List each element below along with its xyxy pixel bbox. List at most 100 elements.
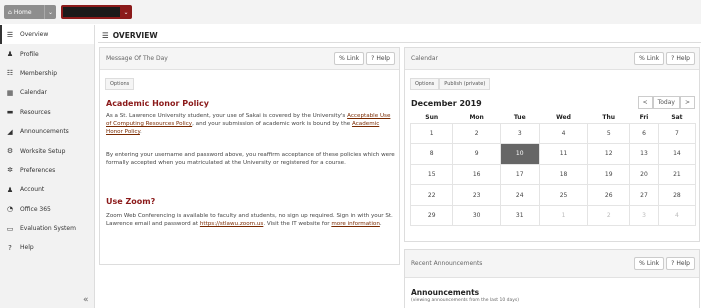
sidebar-item-membership[interactable]: ☷ Membership bbox=[0, 64, 94, 83]
top-bar: ⌂ Home ⌄ ⌄ bbox=[0, 0, 701, 24]
folder-icon: ▬ bbox=[6, 108, 14, 117]
today-button[interactable]: Today bbox=[652, 96, 680, 109]
calendar-day[interactable]: 21 bbox=[657, 163, 697, 186]
announcements-subtitle: (viewing announcements from the last 10 … bbox=[411, 298, 520, 303]
sidebar-item-preferences[interactable]: ✲ Preferences bbox=[0, 161, 94, 180]
calendar-day[interactable]: 29 bbox=[409, 204, 454, 227]
calendar-day[interactable]: 9 bbox=[452, 143, 501, 165]
sidebar-item-account[interactable]: ♟ Account bbox=[0, 180, 94, 199]
policy-affirmation-text: By entering your username and password a… bbox=[106, 152, 395, 167]
link-button-label: Link bbox=[346, 55, 360, 62]
panel-header: Message Of The Day % Link ? Help bbox=[100, 48, 399, 70]
calendar-day[interactable]: 2 bbox=[452, 122, 501, 145]
calendar-day[interactable]: 11 bbox=[538, 143, 589, 165]
options-button[interactable]: Options bbox=[105, 78, 135, 90]
user-icon: ♟ bbox=[6, 185, 14, 194]
calendar-day[interactable]: 1 bbox=[409, 122, 454, 145]
calendar-day[interactable]: 18 bbox=[538, 163, 589, 186]
calendar-day[interactable]: 8 bbox=[409, 143, 454, 165]
zoom-text: Zoom Web Conferencing is available to fa… bbox=[106, 212, 396, 228]
calendar-day-next-month[interactable]: 1 bbox=[538, 204, 589, 227]
calendar-day[interactable]: 26 bbox=[587, 184, 631, 206]
calendar-day[interactable]: 25 bbox=[538, 184, 589, 206]
help-button-label: Help bbox=[676, 260, 690, 267]
cog-icon: ✲ bbox=[7, 166, 13, 175]
calendar-day[interactable]: 7 bbox=[657, 122, 697, 145]
calendar-day[interactable]: 30 bbox=[452, 204, 501, 227]
calendar-day[interactable]: 23 bbox=[452, 184, 501, 206]
calendar-day[interactable]: 14 bbox=[657, 143, 697, 165]
calendar-day-next-month[interactable]: 4 bbox=[657, 204, 697, 227]
sidebar-item-worksite-setup[interactable]: ⚙ Worksite Setup bbox=[0, 141, 94, 160]
sidebar-item-overview[interactable]: ☰ Overview bbox=[0, 25, 94, 45]
calendar-day[interactable]: 17 bbox=[499, 163, 540, 186]
calendar-day[interactable]: 6 bbox=[629, 122, 659, 145]
sidebar-item-profile[interactable]: ♟ Profile bbox=[0, 44, 94, 63]
calendar-day-today[interactable]: 10 bbox=[499, 143, 540, 165]
sidebar-item-label: Profile bbox=[20, 50, 39, 58]
link-button[interactable]: % Link bbox=[334, 52, 365, 65]
sidebar-item-office-365[interactable]: ◔ Office 365 bbox=[0, 200, 94, 219]
calendar-day[interactable]: 22 bbox=[409, 184, 454, 206]
link-button[interactable]: % Link bbox=[634, 257, 665, 270]
calendar-day[interactable]: 28 bbox=[657, 184, 697, 206]
publish-button[interactable]: Publish (private) bbox=[439, 78, 491, 90]
sidebar-item-label: Evaluation System bbox=[20, 225, 76, 233]
collapse-menu-icon[interactable]: « bbox=[83, 295, 89, 305]
help-button[interactable]: ? Help bbox=[666, 52, 695, 65]
calendar-nav: < Today > bbox=[637, 96, 695, 109]
sidebar-item-label: Office 365 bbox=[20, 205, 51, 213]
sidebar-item-label: Worksite Setup bbox=[20, 147, 66, 155]
help-button-label: Help bbox=[676, 55, 690, 62]
sidebar-item-evaluation-system[interactable]: ▭ Evaluation System bbox=[0, 219, 94, 238]
user-icon: ♟ bbox=[6, 50, 14, 59]
sidebar-item-label: Account bbox=[20, 186, 45, 194]
sidebar-item-announcements[interactable]: ◢ Announcements bbox=[0, 122, 94, 141]
options-button[interactable]: Options bbox=[410, 78, 440, 90]
site-name-redacted bbox=[63, 7, 120, 17]
page-title: ☰ OVERVIEW bbox=[102, 31, 158, 40]
calendar-day[interactable]: 20 bbox=[629, 163, 659, 186]
help-button-label: Help bbox=[376, 55, 390, 62]
home-icon: ⌂ bbox=[8, 8, 12, 16]
calendar-day[interactable]: 31 bbox=[499, 204, 540, 227]
help-button[interactable]: ? Help bbox=[366, 52, 395, 65]
calendar-day[interactable]: 16 bbox=[452, 163, 501, 186]
sidebar-item-calendar[interactable]: ▦ Calendar bbox=[0, 83, 94, 102]
link-button[interactable]: % Link bbox=[634, 52, 665, 65]
calendar-day[interactable]: 5 bbox=[587, 122, 631, 145]
sidebar-item-label: Calendar bbox=[20, 89, 47, 97]
sidebar-item-label: Resources bbox=[20, 108, 51, 116]
zoom-heading: Use Zoom? bbox=[106, 197, 156, 206]
text-span: , and your submission of academic work i… bbox=[192, 121, 352, 128]
current-site-button[interactable]: ⌄ bbox=[61, 5, 132, 19]
site-dropdown-caret-icon[interactable]: ⌄ bbox=[120, 5, 132, 19]
home-dropdown-caret-icon[interactable]: ⌄ bbox=[44, 5, 56, 19]
link-button-label: Link bbox=[646, 55, 660, 62]
previous-month-button[interactable]: < bbox=[637, 96, 653, 109]
calendar-panel: Calendar % Link ? Help Options Publish (pr… bbox=[404, 47, 700, 242]
calendar-day[interactable]: 15 bbox=[409, 163, 454, 186]
calendar-day-next-month[interactable]: 3 bbox=[629, 204, 659, 227]
home-button[interactable]: ⌂ Home ⌄ bbox=[4, 5, 56, 19]
calendar-day[interactable]: 13 bbox=[629, 143, 659, 165]
sidebar-item-label: Announcements bbox=[20, 128, 69, 136]
calendar-day[interactable]: 12 bbox=[587, 143, 631, 165]
next-month-button[interactable]: > bbox=[679, 96, 695, 109]
sidebar-item-resources[interactable]: ▬ Resources bbox=[0, 103, 94, 122]
more-information-link[interactable]: more information bbox=[331, 221, 380, 227]
calendar-day[interactable]: 19 bbox=[587, 163, 631, 186]
sidebar-item-help[interactable]: ? Help bbox=[0, 238, 94, 257]
message-of-the-day-panel: Message Of The Day % Link ? Help Options A… bbox=[99, 47, 400, 265]
calendar-day[interactable]: 3 bbox=[499, 122, 540, 145]
calendar-day[interactable]: 24 bbox=[499, 184, 540, 206]
weekday-header: Fri bbox=[639, 113, 649, 121]
zoom-url-link[interactable]: https://stlawu.zoom.us bbox=[200, 221, 264, 227]
help-button[interactable]: ? Help bbox=[666, 257, 695, 270]
calendar-day-next-month[interactable]: 2 bbox=[587, 204, 631, 227]
calendar-day[interactable]: 27 bbox=[629, 184, 659, 206]
text-span: As a St. Lawrence University student, yo… bbox=[106, 113, 348, 119]
calendar-day[interactable]: 4 bbox=[538, 122, 589, 145]
gears-icon: ⚙ bbox=[6, 147, 14, 156]
tool-menu: ☰ Overview ♟ Profile ☷ Membership ▦ Cale… bbox=[0, 25, 95, 308]
